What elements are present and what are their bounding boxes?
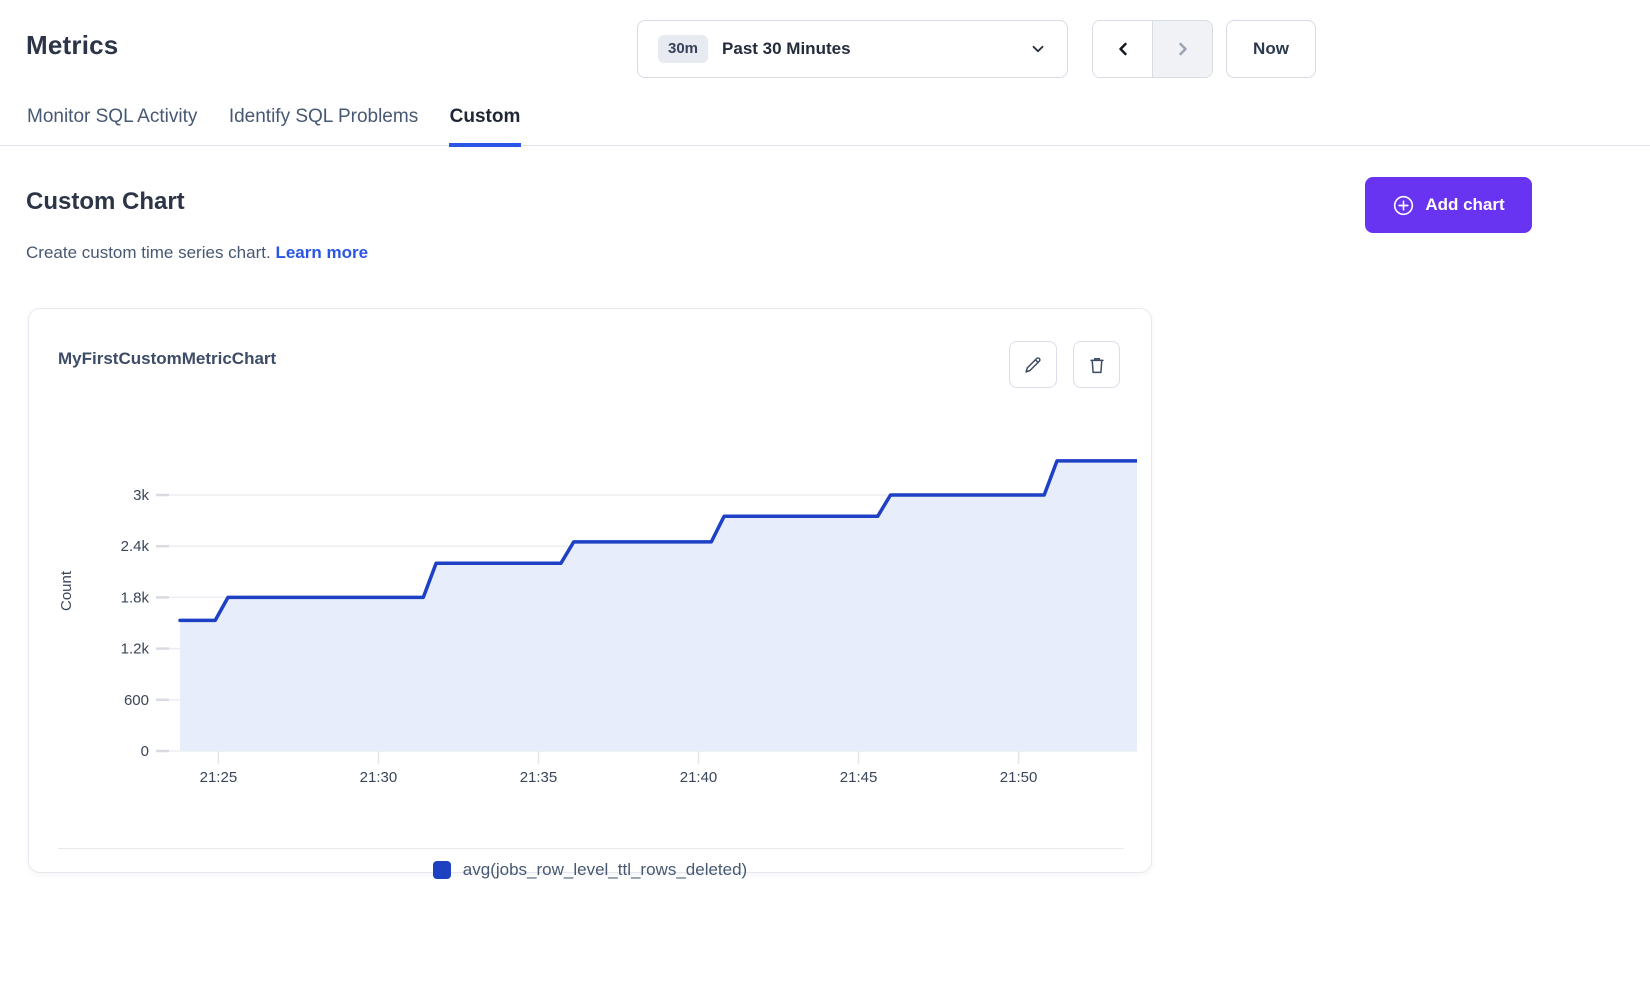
metrics-tabs: Monitor SQL Activity Identify SQL Proble… [0,96,1650,146]
time-range-badge: 30m [658,35,708,63]
pencil-icon [1022,354,1044,376]
svg-text:21:25: 21:25 [200,769,238,786]
svg-text:21:35: 21:35 [520,769,558,786]
custom-metric-chart: 0 600 1.2k 1.8k 2.4k 3k 21:25 21:30 21:35 21:40 21… [57,421,1137,791]
chevron-left-icon [1113,39,1133,59]
card-divider [58,848,1124,849]
time-range-label: Past 30 Minutes [722,39,851,59]
next-interval-button[interactable] [1152,21,1212,77]
svg-text:1.2k: 1.2k [121,641,150,658]
custom-chart-card: MyFirstCustomMetricChart 0 600 1.2k 1.8k 2.4… [28,308,1152,873]
chevron-right-icon [1173,39,1193,59]
delete-chart-button[interactable] [1073,341,1120,388]
tab-monitor-sql-activity[interactable]: Monitor SQL Activity [26,96,198,147]
svg-text:21:40: 21:40 [680,769,718,786]
chevron-down-icon [1029,40,1047,58]
add-chart-label: Add chart [1425,195,1504,215]
legend-label: avg(jobs_row_level_ttl_rows_deleted) [463,860,747,880]
plus-circle-icon [1392,194,1415,217]
section-subtitle: Create custom time series chart. Learn m… [26,243,368,263]
tab-identify-sql-problems[interactable]: Identify SQL Problems [228,96,419,147]
svg-text:1.8k: 1.8k [121,589,150,606]
now-button[interactable]: Now [1226,20,1316,78]
edit-chart-button[interactable] [1009,341,1057,388]
chart-legend-item[interactable]: avg(jobs_row_level_ttl_rows_deleted) [29,860,1151,880]
section-title: Custom Chart [26,188,185,216]
svg-text:21:50: 21:50 [1000,769,1038,786]
chart-title: MyFirstCustomMetricChart [58,349,276,369]
legend-swatch-icon [433,861,451,879]
page-title: Metrics [26,30,118,61]
svg-text:21:30: 21:30 [360,769,398,786]
svg-text:2.4k: 2.4k [121,538,150,555]
metrics-page: Metrics 30m Past 30 Minutes Now Monitor … [0,0,1650,982]
trash-icon [1086,354,1108,376]
time-step-arrows [1092,20,1213,78]
svg-text:0: 0 [141,743,149,760]
svg-text:21:45: 21:45 [840,769,878,786]
add-chart-button[interactable]: Add chart [1365,177,1532,233]
svg-text:600: 600 [124,692,149,709]
learn-more-link[interactable]: Learn more [275,243,368,262]
svg-text:Count: Count [58,570,75,611]
time-range-selector[interactable]: 30m Past 30 Minutes [637,20,1068,78]
previous-interval-button[interactable] [1093,21,1152,77]
tab-custom[interactable]: Custom [449,96,522,147]
svg-text:3k: 3k [133,487,149,504]
section-subtitle-text: Create custom time series chart. [26,243,271,262]
chart-plot-area: 0 600 1.2k 1.8k 2.4k 3k 21:25 21:30 21:35 21:40 21… [57,421,1137,791]
